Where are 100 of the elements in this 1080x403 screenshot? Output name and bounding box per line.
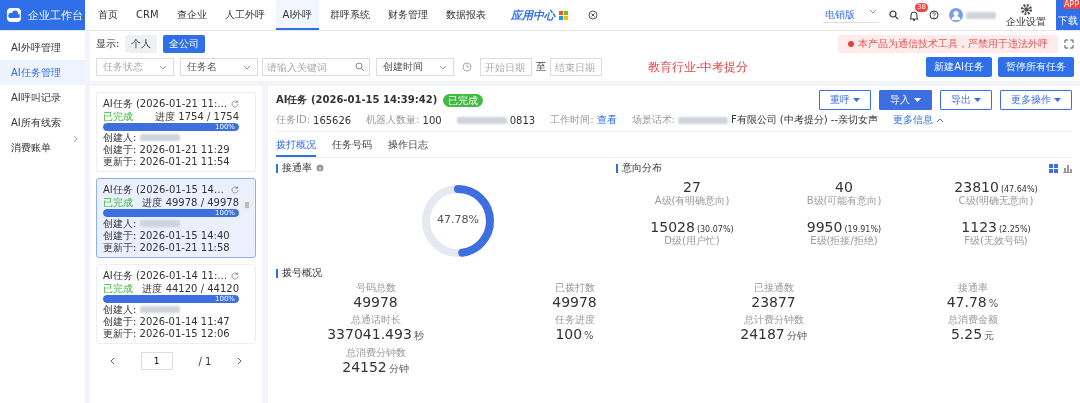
edition-select[interactable]: 电销版 — [823, 7, 879, 23]
creator-label: 创建人: — [103, 218, 137, 229]
detail-tab[interactable]: 操作日志 — [388, 135, 428, 157]
fullscreen-icon[interactable] — [1064, 39, 1074, 49]
intent-level-label: F级(无效号码) — [964, 235, 1028, 247]
stat-value: 23877 — [751, 294, 796, 310]
nav-tab[interactable]: CRM — [129, 0, 166, 30]
next-page-icon[interactable] — [237, 357, 244, 365]
sidebar-item[interactable]: 消费账单 — [0, 135, 85, 160]
dropdown-button[interactable]: 重呼 — [819, 90, 872, 110]
brand-bar[interactable]: 企业工作台 — [0, 0, 85, 30]
stat-label: 总消费分钟数 — [345, 347, 406, 359]
stat-value: 24187 — [740, 326, 785, 342]
script-name: F有限公司 (中考提分) --亲切女声 — [730, 113, 879, 127]
sidebar-item[interactable]: AI所有线索 — [0, 110, 85, 135]
start-date-field[interactable]: 开始日期 — [480, 58, 532, 76]
nav-tab[interactable]: 财务管理 — [381, 0, 436, 30]
created-time: 创建于: 2026-01-14 11:47 — [103, 316, 231, 327]
intent-count: 40 — [835, 179, 853, 195]
more-info-link[interactable]: 更多信息 — [893, 113, 934, 127]
previous-page-icon[interactable] — [108, 357, 115, 365]
stat-unit: 分钟 — [786, 329, 807, 343]
nav-tab[interactable]: AI外呼 — [275, 0, 320, 30]
sidebar-item[interactable]: AI任务管理 — [0, 60, 85, 85]
detail-tab[interactable]: 拨打概况 — [276, 135, 316, 157]
search-icon[interactable] — [889, 10, 899, 20]
caret-icon — [853, 98, 861, 103]
nav-tab[interactable]: 首页 — [91, 0, 125, 30]
stat-label: 任务进度 — [554, 314, 595, 326]
stat-value: 100 — [555, 326, 583, 342]
windows-logo-icon — [559, 10, 569, 20]
refresh-icon[interactable] — [231, 185, 239, 194]
refresh-icon[interactable] — [231, 271, 239, 280]
task-id-value: 165626 — [313, 114, 352, 126]
stat-label: 已接通数 — [753, 282, 794, 294]
stat-label: 号码总数 — [355, 282, 396, 294]
stat-unit: 元 — [984, 329, 995, 343]
primary-button[interactable]: 暂停所有任务 — [998, 57, 1074, 77]
user-avatar[interactable] — [949, 8, 963, 22]
blurred-text — [140, 306, 181, 313]
stat-unit: % — [584, 330, 594, 341]
page-total: / 1 — [198, 355, 212, 367]
close-circle-icon[interactable] — [588, 10, 599, 20]
bar-chart-icon[interactable] — [1063, 163, 1072, 173]
created-time: 创建于: 2026-01-15 14:40 — [103, 230, 231, 241]
sidebar-item[interactable]: AI外呼管理 — [0, 35, 85, 60]
status-text: 已完成 — [103, 283, 133, 294]
dropdown-button[interactable]: 更多操作 — [999, 90, 1072, 110]
task-id-label: 任务ID: — [276, 113, 311, 127]
caret-icon — [1054, 98, 1061, 103]
work-time-label: 工作时间: — [550, 113, 594, 127]
nav-tab[interactable]: 人工外呼 — [217, 0, 272, 30]
warning-notice: 本产品为通信技术工具，严禁用于违法外呼 — [838, 35, 1058, 53]
intent-share: (47.64%) — [1000, 185, 1038, 194]
creator-label: 创建人: — [103, 132, 137, 143]
sidebar-item[interactable]: AI呼叫记录 — [0, 85, 85, 110]
nav-tab[interactable]: 群呼系统 — [323, 0, 378, 30]
nav-tab[interactable]: 数据报表 — [439, 0, 494, 30]
display-toggle[interactable]: 个人 — [125, 35, 158, 53]
refresh-icon[interactable] — [231, 99, 239, 108]
app-center-link[interactable]: 应用中心 — [511, 7, 556, 23]
keyword-field[interactable]: 请输入关键词 — [262, 58, 370, 76]
nav-tab[interactable]: 查企业 — [169, 0, 214, 30]
task-name-select[interactable]: 任务名 — [180, 58, 258, 76]
section-title: 拨号概况 — [282, 266, 322, 280]
view-link[interactable]: 查看 — [596, 113, 617, 127]
time-type-select[interactable]: 创建时间 — [376, 58, 454, 76]
blurred-text — [140, 134, 181, 141]
stat-value: 49978 — [552, 294, 597, 310]
bell-icon[interactable] — [909, 9, 919, 21]
task-title: AI任务 (2026-01-14 11:… — [103, 269, 228, 282]
stat-unit: % — [988, 298, 999, 309]
progress-text: 进度 44120 / 44120 — [142, 283, 239, 294]
settings-button[interactable]: 企业设置 — [1006, 3, 1046, 27]
chevron-right-icon — [73, 135, 79, 143]
detail-tab[interactable]: 任务号码 — [332, 135, 372, 157]
created-time: 创建于: 2026-01-21 11:29 — [103, 144, 231, 155]
collapse-handle-icon[interactable] — [241, 199, 253, 211]
section-title: 意向分布 — [622, 161, 662, 175]
gauge-reading: 47.78% — [436, 213, 480, 226]
caret-up-icon[interactable] — [936, 117, 945, 123]
stat-label: 总通话时长 — [350, 314, 401, 326]
dropdown-button[interactable]: 导入 — [879, 90, 932, 110]
clock-icon — [462, 62, 472, 72]
dropdown-button[interactable]: 导出 — [939, 90, 992, 110]
primary-button[interactable]: 新建AI任务 — [926, 57, 992, 77]
stat-label: 总计费分钟数 — [743, 314, 804, 326]
download-button[interactable]: APP 下载 — [1056, 0, 1080, 30]
gear-icon — [1019, 3, 1033, 16]
display-label: 显示: — [96, 37, 120, 51]
help-icon[interactable] — [929, 10, 939, 20]
end-date-field[interactable]: 结束日期 — [550, 58, 602, 76]
display-toggle[interactable]: 全公司 — [163, 35, 206, 53]
grid-view-icon[interactable] — [1049, 163, 1058, 173]
stat-value: 49978 — [353, 294, 398, 310]
intent-share: (2.25%) — [999, 225, 1031, 234]
intent-share: (19.91%) — [844, 225, 882, 234]
stat-label: 总消费金额 — [947, 314, 998, 326]
info-icon[interactable] — [316, 164, 324, 172]
page-field[interactable]: 1 — [140, 352, 173, 370]
